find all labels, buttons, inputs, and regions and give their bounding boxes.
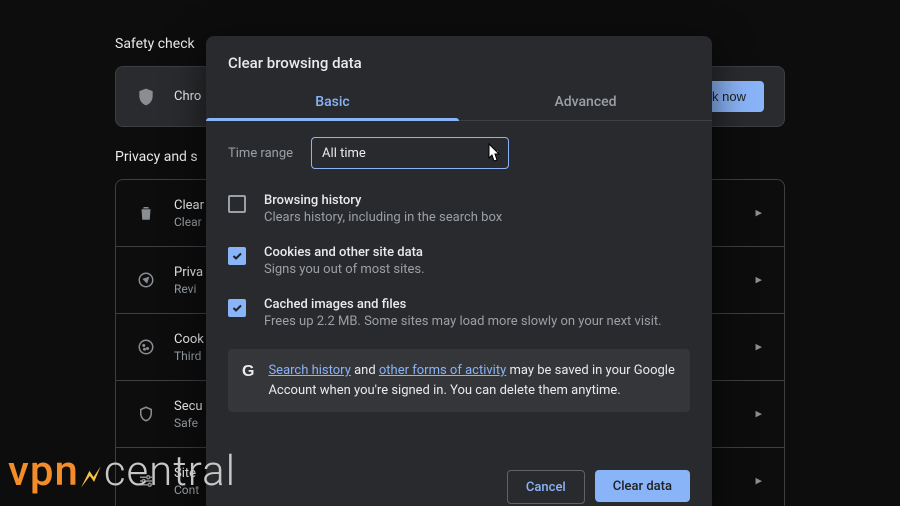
- notice-text: Search history and other forms of activi…: [268, 361, 676, 400]
- list-item-primary: Priva: [174, 265, 203, 280]
- watermark-central: central: [104, 447, 236, 496]
- option-browsing-history[interactable]: Browsing history Clears history, includi…: [228, 187, 690, 239]
- other-activity-link[interactable]: other forms of activity: [379, 363, 506, 378]
- safety-check-label: Chro: [174, 89, 201, 104]
- time-range-label: Time range: [228, 146, 293, 161]
- option-desc: Signs you out of most sites.: [264, 262, 425, 277]
- option-title: Cached images and files: [264, 297, 662, 312]
- trash-icon: [136, 203, 156, 223]
- option-cookies[interactable]: Cookies and other site data Signs you ou…: [228, 239, 690, 291]
- watermark-logo: vpn 🗲 central: [8, 447, 236, 496]
- list-item-primary: Secu: [174, 399, 203, 414]
- watermark-vpn: vpn: [8, 447, 79, 496]
- google-account-notice: G Search history and other forms of acti…: [228, 349, 690, 412]
- list-item-secondary: Safe: [174, 416, 203, 430]
- chevron-right-icon: ▸: [755, 273, 762, 288]
- dialog-title: Clear browsing data: [206, 36, 712, 84]
- chevron-right-icon: ▸: [755, 407, 762, 422]
- checkbox-cookies[interactable]: [228, 247, 246, 265]
- list-item-primary: Cook: [174, 332, 204, 347]
- clear-browsing-data-dialog: Clear browsing data Basic Advanced Time …: [206, 36, 712, 506]
- compass-icon: [136, 270, 156, 290]
- list-item-primary: Clear: [174, 198, 204, 213]
- option-desc: Clears history, including in the search …: [264, 210, 502, 225]
- bolt-icon: 🗲: [81, 460, 102, 495]
- list-item-secondary: Third: [174, 349, 204, 363]
- chevron-right-icon: ▸: [755, 474, 762, 489]
- time-range-select[interactable]: All time: [311, 137, 509, 169]
- cookie-icon: [136, 337, 156, 357]
- checkbox-browsing-history[interactable]: [228, 195, 246, 213]
- search-history-link[interactable]: Search history: [268, 363, 350, 378]
- shield-icon: [136, 87, 156, 107]
- clear-data-button[interactable]: Clear data: [595, 470, 690, 502]
- tab-basic[interactable]: Basic: [206, 84, 459, 120]
- dialog-tabs: Basic Advanced: [206, 84, 712, 121]
- option-cached[interactable]: Cached images and files Frees up 2.2 MB.…: [228, 291, 690, 343]
- google-logo-icon: G: [242, 363, 254, 381]
- option-title: Browsing history: [264, 193, 502, 208]
- list-item-secondary: Clear: [174, 215, 204, 229]
- time-range-value: All time: [322, 146, 366, 161]
- option-desc: Frees up 2.2 MB. Some sites may load mor…: [264, 314, 662, 329]
- chevron-down-icon: [490, 151, 498, 156]
- chevron-right-icon: ▸: [755, 340, 762, 355]
- chevron-right-icon: ▸: [755, 206, 762, 221]
- list-item-secondary: Revi: [174, 282, 203, 296]
- option-title: Cookies and other site data: [264, 245, 425, 260]
- cancel-button[interactable]: Cancel: [507, 470, 585, 504]
- shield-outline-icon: [136, 404, 156, 424]
- checkbox-cached[interactable]: [228, 299, 246, 317]
- tab-advanced[interactable]: Advanced: [459, 84, 712, 120]
